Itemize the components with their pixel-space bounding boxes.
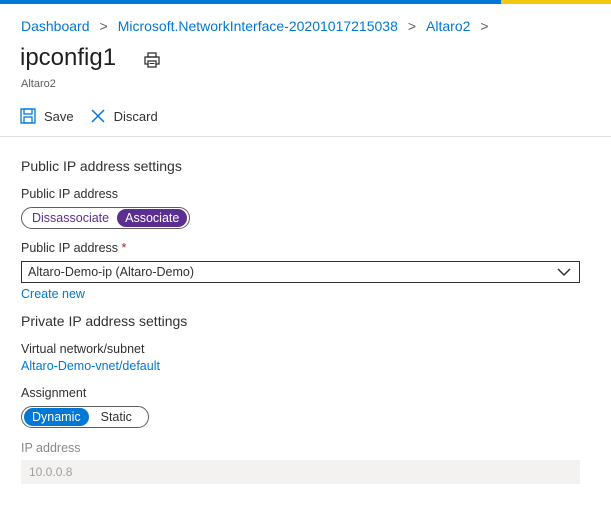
breadcrumb-separator: > [480, 18, 489, 34]
breadcrumb-altaro2[interactable]: Altaro2 [426, 18, 470, 34]
assignment-label: Assignment [21, 386, 87, 400]
public-ip-select-value: Altaro-Demo-ip (Altaro-Demo) [28, 265, 195, 279]
page-subtitle: Altaro2 [21, 78, 56, 90]
subnet-link[interactable]: Altaro-Demo-vnet/default [21, 359, 160, 373]
public-ip-select-label-text: Public IP address [21, 241, 119, 255]
create-new-link[interactable]: Create new [21, 287, 85, 301]
public-ip-select-label: Public IP address * [21, 241, 126, 255]
required-marker: * [121, 241, 127, 255]
top-bar [0, 0, 611, 4]
chevron-down-icon [557, 268, 571, 277]
subnet-label: Virtual network/subnet [21, 342, 145, 356]
private-ip-section-title: Private IP address settings [21, 313, 188, 329]
breadcrumb: Dashboard > Microsoft.NetworkInterface-202… [21, 18, 499, 34]
breadcrumb-dashboard[interactable]: Dashboard [21, 18, 90, 34]
breadcrumb-network-interface[interactable]: Microsoft.NetworkInterface-2020101721503… [118, 18, 398, 34]
top-bar-accent [501, 0, 611, 4]
dissassociate-option[interactable]: Dissassociate [24, 209, 117, 227]
discard-button[interactable]: Discard [90, 108, 158, 124]
associate-option[interactable]: Associate [117, 209, 188, 227]
close-icon [91, 109, 105, 123]
ip-address-label: IP address [21, 441, 81, 455]
static-option[interactable]: Static [93, 408, 140, 426]
page-title: ipconfig1 [20, 44, 117, 71]
breadcrumb-separator: > [407, 18, 417, 34]
save-icon [20, 108, 36, 124]
save-button[interactable]: Save [20, 108, 74, 124]
save-label: Save [44, 108, 74, 124]
toolbar-divider [0, 136, 611, 137]
assignment-toggle: Dynamic Static [21, 406, 149, 428]
dynamic-option[interactable]: Dynamic [24, 408, 89, 426]
print-icon[interactable] [143, 51, 161, 69]
public-ip-toggle: Dissassociate Associate [21, 207, 191, 229]
breadcrumb-separator: > [99, 18, 108, 34]
ip-address-field: 10.0.0.8 [21, 460, 580, 484]
discard-label: Discard [113, 108, 158, 124]
toolbar: Save Discard [20, 108, 174, 124]
public-ip-section-title: Public IP address settings [21, 158, 182, 174]
public-ip-toggle-label: Public IP address [21, 187, 119, 201]
public-ip-select[interactable]: Altaro-Demo-ip (Altaro-Demo) [21, 261, 580, 283]
